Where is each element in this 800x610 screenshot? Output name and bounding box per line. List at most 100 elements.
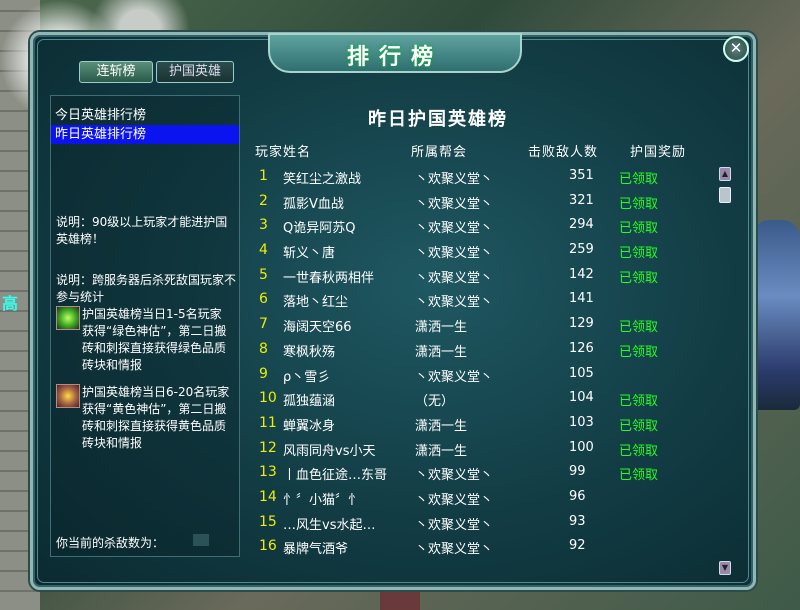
rank: 3 xyxy=(259,217,268,234)
green-item-icon xyxy=(56,306,80,330)
rank: 8 xyxy=(259,340,268,357)
table-row: 13 丨血色征途…东哥 丶欢聚义堂丶 99 已领取 xyxy=(255,461,715,486)
rank: 2 xyxy=(259,192,268,209)
table-row: 10 孤独蕴涵 （无） 104 已领取 xyxy=(255,387,715,412)
table-row: 16 暴牌气酒爷 丶欢聚义堂丶 92 xyxy=(255,535,715,560)
column-header-reward: 护国奖励 xyxy=(630,145,687,160)
kill-count: 126 xyxy=(569,340,594,356)
player-name: 忄〞小猫〞忄 xyxy=(283,492,362,508)
kill-count-label: 你当前的杀敌数为： xyxy=(56,536,165,550)
scroll-up-icon[interactable]: ▲ xyxy=(719,167,731,181)
sidebar: 今日英雄排行榜 昨日英雄排行榜 说明：90级以上玩家才能进护国英雄榜！ 说明：跨… xyxy=(50,95,240,557)
player-name: Q诡异阿苏Q xyxy=(283,221,356,237)
tab-kill-streak[interactable]: 连斩榜 xyxy=(79,61,153,83)
reward-status: 已领取 xyxy=(619,418,659,434)
table-row: 4 斩义丶唐 丶欢聚义堂丶 259 已领取 xyxy=(255,239,715,264)
player-name: 孤影V血战 xyxy=(283,196,344,212)
table-row: 12 风雨同舟vs小天 潇洒一生 100 已领取 xyxy=(255,437,715,462)
reward-status: 已领取 xyxy=(619,221,659,237)
player-name: 风雨同舟vs小天 xyxy=(283,443,376,459)
reward-info-yellow: 护国英雄榜当日6-20名玩家获得“黄色神估”，第二日搬砖和刺探直接获得黄色品质砖… xyxy=(82,385,230,450)
rank: 11 xyxy=(259,414,277,431)
kill-count: 92 xyxy=(569,538,586,554)
kill-count: 141 xyxy=(569,291,594,307)
close-button[interactable]: ✕ xyxy=(723,36,749,62)
kill-count: 103 xyxy=(569,414,594,430)
reward-status: 已领取 xyxy=(619,196,659,212)
guild-name: 潇洒一生 xyxy=(415,443,468,459)
rank: 14 xyxy=(259,488,277,505)
rank: 7 xyxy=(259,316,268,333)
reward-status: 已领取 xyxy=(619,344,659,360)
kill-count: 142 xyxy=(569,266,594,282)
title-banner: 排行榜 xyxy=(268,33,522,73)
reward-status: 已领取 xyxy=(619,320,659,336)
kill-count: 100 xyxy=(569,439,594,455)
rank: 15 xyxy=(259,513,277,530)
player-name: ρ丶雪彡 xyxy=(283,369,331,385)
table-row: 6 落地丶红尘 丶欢聚义堂丶 141 xyxy=(255,288,715,313)
column-header-guild: 所属帮会 xyxy=(411,145,468,160)
rank: 1 xyxy=(259,168,268,184)
guild-name: 潇洒一生 xyxy=(415,418,468,434)
table-row: 3 Q诡异阿苏Q 丶欢聚义堂丶 294 已领取 xyxy=(255,214,715,239)
reward-status: 已领取 xyxy=(619,394,659,410)
board-title: 昨日护国英雄榜 xyxy=(368,109,508,130)
info-note-cross-server: 说明：跨服务器后杀死敌国玩家不参与统计 xyxy=(56,273,237,304)
guild-name: 潇洒一生 xyxy=(415,344,468,360)
kill-count: 351 xyxy=(569,168,594,183)
kill-count: 259 xyxy=(569,242,594,258)
reward-status: 已领取 xyxy=(619,172,659,187)
kill-count-value xyxy=(193,534,209,546)
kill-count: 104 xyxy=(569,390,594,406)
guild-name: 丶欢聚义堂丶 xyxy=(415,295,494,311)
scroll-down-icon[interactable]: ▼ xyxy=(719,561,731,575)
rank: 4 xyxy=(259,242,268,259)
reward-status: 已领取 xyxy=(619,246,659,262)
table-row: 7 海阔天空66 潇洒一生 129 已领取 xyxy=(255,313,715,338)
guild-name: 丶欢聚义堂丶 xyxy=(415,172,494,187)
kill-count: 129 xyxy=(569,316,594,332)
rank: 9 xyxy=(259,365,268,382)
guild-name: 丶欢聚义堂丶 xyxy=(415,369,494,385)
player-name: 一世春秋两相伴 xyxy=(283,270,375,286)
column-header-kills: 击败敌人数 xyxy=(528,145,599,160)
table-row: 11 蝉翼冰身 潇洒一生 103 已领取 xyxy=(255,412,715,437)
guild-name: 丶欢聚义堂丶 xyxy=(415,517,494,533)
tab-national-hero[interactable]: 护国英雄 xyxy=(156,61,234,83)
player-name: 落地丶红尘 xyxy=(283,295,349,311)
guild-name: 丶欢聚义堂丶 xyxy=(415,221,494,237)
sidebar-item-yesterday-hero[interactable]: 昨日英雄排行榜 xyxy=(51,125,239,144)
guild-name: 丶欢聚义堂丶 xyxy=(415,492,494,508)
player-name: 丨血色征途…东哥 xyxy=(283,468,388,484)
guild-name: 潇洒一生 xyxy=(415,320,468,336)
table-row: 8 寒枫秋殇 潇洒一生 126 已领取 xyxy=(255,338,715,363)
table-row: 9 ρ丶雪彡 丶欢聚义堂丶 105 xyxy=(255,363,715,388)
kill-count: 294 xyxy=(569,217,594,233)
reward-status: 已领取 xyxy=(619,468,659,484)
kill-count: 96 xyxy=(569,488,586,504)
reward-status: 已领取 xyxy=(619,270,659,286)
rank: 12 xyxy=(259,439,277,456)
table-row: 2 孤影V血战 丶欢聚义堂丶 321 已领取 xyxy=(255,190,715,215)
ranking-list: 1 笑红尘之激战 丶欢聚义堂丶 351 已领取 2 孤影V血战 丶欢聚义堂丶 321 已领取 3… xyxy=(255,165,715,560)
character-figure xyxy=(752,220,800,410)
scrollbar-thumb[interactable] xyxy=(719,187,731,203)
kill-count: 99 xyxy=(569,464,586,480)
close-icon: ✕ xyxy=(729,39,743,57)
sidebar-item-today-hero[interactable]: 今日英雄排行榜 xyxy=(51,106,239,125)
yellow-item-icon xyxy=(56,384,80,408)
rank: 13 xyxy=(259,464,277,481)
guild-name: 丶欢聚义堂丶 xyxy=(415,270,494,286)
table-row: 15 …风生vs水起… 丶欢聚义堂丶 93 xyxy=(255,511,715,536)
player-name: …风生vs水起… xyxy=(283,517,376,533)
scrollbar[interactable]: ▲ ▼ xyxy=(719,167,731,575)
rank: 5 xyxy=(259,266,268,283)
scene-label: 高 xyxy=(2,294,19,313)
player-name: 笑红尘之激战 xyxy=(283,172,362,187)
player-name: 孤独蕴涵 xyxy=(283,394,336,410)
guild-name: 丶欢聚义堂丶 xyxy=(415,196,494,212)
rank: 10 xyxy=(259,390,277,407)
column-header-player: 玩家姓名 xyxy=(255,145,312,160)
kill-count: 105 xyxy=(569,365,594,381)
